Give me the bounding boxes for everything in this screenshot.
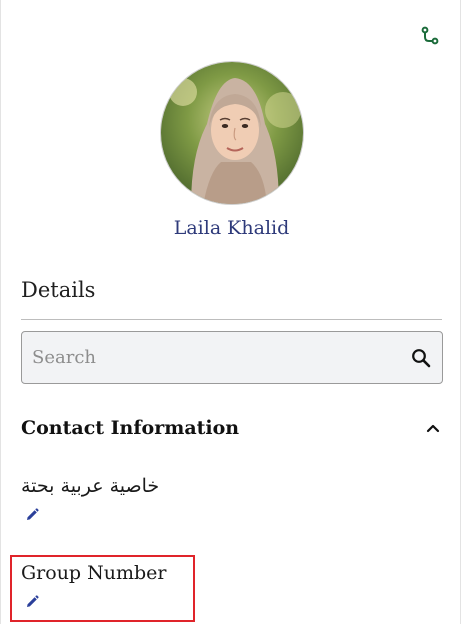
search-input[interactable] [22,332,410,383]
contact-name[interactable]: Laila Khalid [1,217,462,239]
avatar [160,61,304,205]
search-icon[interactable] [410,347,432,369]
field-label: خاصية عربية بحتة [21,475,160,497]
field-label: Group Number [21,562,167,584]
group-header-contact-information[interactable]: Contact Information [21,413,443,443]
divider [21,319,442,320]
group-label: Contact Information [21,417,240,439]
pencil-icon[interactable] [25,594,41,610]
pencil-icon[interactable] [25,507,41,523]
avatar-photo [161,62,303,204]
field-item: خاصية عربية بحتة [21,475,159,523]
search-box [21,331,443,384]
field-item: Group Number [21,562,167,610]
branch-icon[interactable] [418,24,442,48]
details-panel: Laila Khalid Details Contact Information… [0,0,461,624]
section-title: Details [21,278,96,302]
chevron-up-icon[interactable] [423,418,443,438]
